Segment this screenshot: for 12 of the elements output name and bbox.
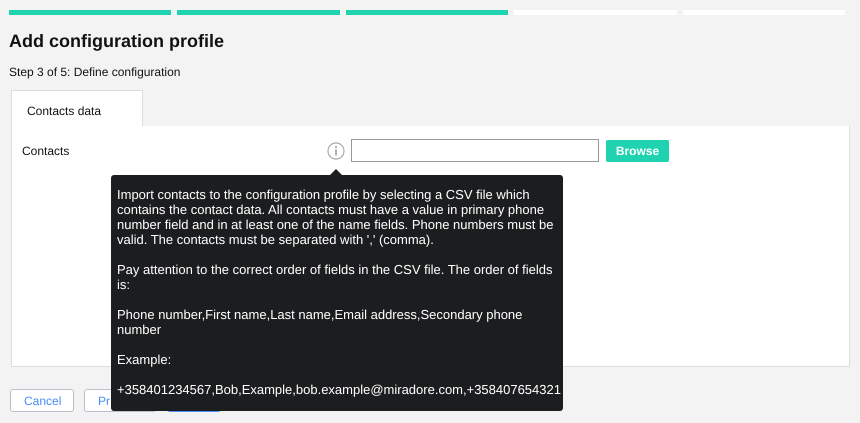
info-icon[interactable] (327, 142, 345, 160)
tooltip-text: Import contacts to the configuration profile by selecting a CSV file which contains the contact data. All contacts must have a value in primary phone number field and in at least one of the name fields. Phone numbers must be valid. The contacts must be separated with ',' (comma). (117, 187, 554, 247)
browse-button[interactable]: Browse (606, 140, 669, 162)
file-input-field[interactable] (351, 139, 599, 162)
field-label: Contacts (22, 144, 70, 158)
tooltip-text: Pay attention to the correct order of fields in the CSV file. The order of fields is: (117, 262, 554, 292)
tooltip-text: Example: (117, 352, 172, 367)
tab[interactable]: Contacts data (11, 90, 143, 126)
page-title: Add configuration profile (9, 31, 225, 52)
step-subtitle: Step 3 of 5: Define configuration (9, 65, 182, 79)
tooltip-text: Phone number,First name,Last name,Email address,Secondary phone number (117, 307, 524, 337)
secondary-button[interactable]: Cancel (10, 389, 74, 412)
